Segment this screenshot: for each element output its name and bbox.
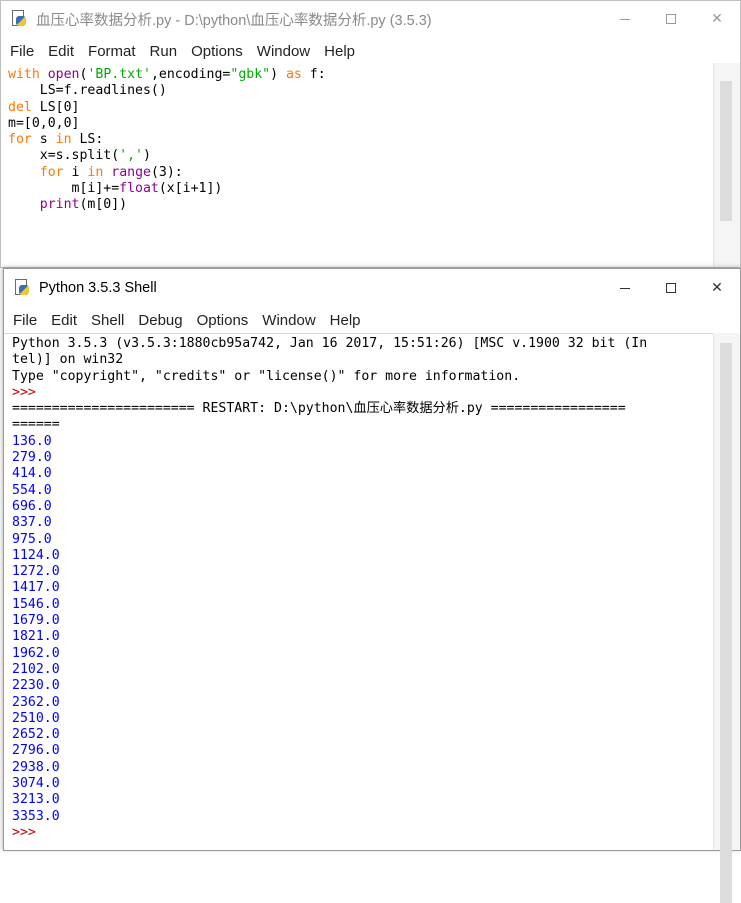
banner-line: Type "copyright", "credits" or "license(… (12, 368, 521, 384)
output-line: 975.0 (12, 531, 52, 547)
code-line: m[i]+=float(x[i+1]) (8, 181, 223, 197)
output-line: 279.0 (12, 450, 52, 466)
shell-window: Python 3.5.3 Shell ✕ File Edit Shell Deb… (3, 268, 741, 903)
output-line: 696.0 (12, 498, 52, 514)
output-line: 1272.0 (12, 564, 60, 580)
close-icon[interactable]: ✕ (694, 1, 740, 37)
editor-titlebar[interactable]: 血压心率数据分析.py - D:\python\血压心率数据分析.py (3.5… (1, 1, 740, 37)
menu-shell[interactable]: Shell (84, 312, 131, 329)
output-line: 1124.0 (12, 547, 60, 563)
maximize-icon[interactable] (648, 269, 694, 307)
restart-line: ======================= RESTART: D:\pyth… (12, 401, 626, 417)
output-line: 136.0 (12, 433, 52, 449)
shell-prompt-active[interactable]: >>> (12, 825, 36, 840)
code-line: with open('BP.txt',encoding="gbk") as f: (8, 67, 326, 82)
output-line: 1679.0 (12, 613, 60, 629)
output-line: 1417.0 (12, 580, 60, 596)
menu-file[interactable]: File (6, 312, 44, 329)
output-line: 2102.0 (12, 661, 60, 677)
output-line: 2362.0 (12, 694, 60, 710)
output-line: 414.0 (12, 466, 52, 482)
output-line: 3353.0 (12, 808, 60, 824)
idle-python-icon (13, 279, 31, 297)
banner-line: tel)] on win32 (12, 352, 124, 368)
scrollbar-thumb[interactable] (720, 343, 732, 903)
output-line: 3213.0 (12, 792, 60, 808)
output-line: 1821.0 (12, 629, 60, 645)
code-line: m=[0,0,0] (8, 115, 80, 131)
shell-title: Python 3.5.3 Shell (39, 280, 157, 296)
output-line: 1546.0 (12, 596, 60, 612)
menu-help[interactable]: Help (323, 312, 368, 329)
output-line: 2938.0 (12, 759, 60, 775)
shell-scrollbar[interactable] (713, 333, 740, 903)
menu-window[interactable]: Window (255, 312, 322, 329)
code-line: LS=f.readlines() (8, 83, 167, 99)
code-editor-area[interactable]: with open('BP.txt',encoding="gbk") as f:… (8, 67, 714, 214)
maximize-icon[interactable] (648, 1, 694, 37)
menu-run[interactable]: Run (143, 43, 185, 60)
editor-scrollbar[interactable] (713, 63, 740, 267)
editor-menubar: File Edit Format Run Options Window Help (1, 39, 740, 63)
code-line: del LS[0] (8, 99, 80, 115)
minimize-icon[interactable] (602, 269, 648, 307)
output-line: 2510.0 (12, 710, 60, 726)
shell-prompt: >>> (12, 384, 36, 400)
menu-edit[interactable]: Edit (41, 43, 81, 60)
output-line: 2230.0 (12, 678, 60, 694)
shell-menubar: File Edit Shell Debug Options Window Hel… (4, 307, 740, 334)
menu-file[interactable]: File (3, 43, 41, 60)
idle-python-icon (10, 10, 28, 28)
menu-window[interactable]: Window (250, 43, 317, 60)
menu-format[interactable]: Format (81, 43, 143, 60)
menu-help[interactable]: Help (317, 43, 362, 60)
editor-title: 血压心率数据分析.py - D:\python\血压心率数据分析.py (3.5… (36, 12, 432, 29)
output-line: 837.0 (12, 515, 52, 531)
code-line: for s in LS: (8, 132, 104, 148)
output-line: 554.0 (12, 482, 52, 498)
scrollbar-thumb[interactable] (720, 81, 732, 221)
menu-options[interactable]: Options (184, 43, 250, 60)
menu-options[interactable]: Options (190, 312, 256, 329)
output-line: 2796.0 (12, 743, 60, 759)
output-line: 2652.0 (12, 727, 60, 743)
restart-line-cont: ====== (12, 417, 60, 433)
menu-debug[interactable]: Debug (131, 312, 189, 329)
minimize-icon[interactable] (602, 1, 648, 37)
code-line: for i in range(3): (39, 164, 183, 180)
shell-output-area[interactable]: Python 3.5.3 (v3.5.3:1880cb95a742, Jan 1… (12, 336, 714, 841)
editor-window: 血压心率数据分析.py - D:\python\血压心率数据分析.py (3.5… (0, 0, 741, 268)
menu-edit[interactable]: Edit (44, 312, 84, 329)
code-line: x=s.split(',') (8, 148, 151, 164)
output-line: 3074.0 (12, 776, 60, 792)
close-icon[interactable]: ✕ (694, 269, 740, 307)
code-line: print(m[0]) (39, 197, 128, 213)
output-line: 1962.0 (12, 645, 60, 661)
shell-titlebar[interactable]: Python 3.5.3 Shell ✕ (4, 269, 740, 307)
banner-line: Python 3.5.3 (v3.5.3:1880cb95a742, Jan 1… (12, 336, 648, 351)
